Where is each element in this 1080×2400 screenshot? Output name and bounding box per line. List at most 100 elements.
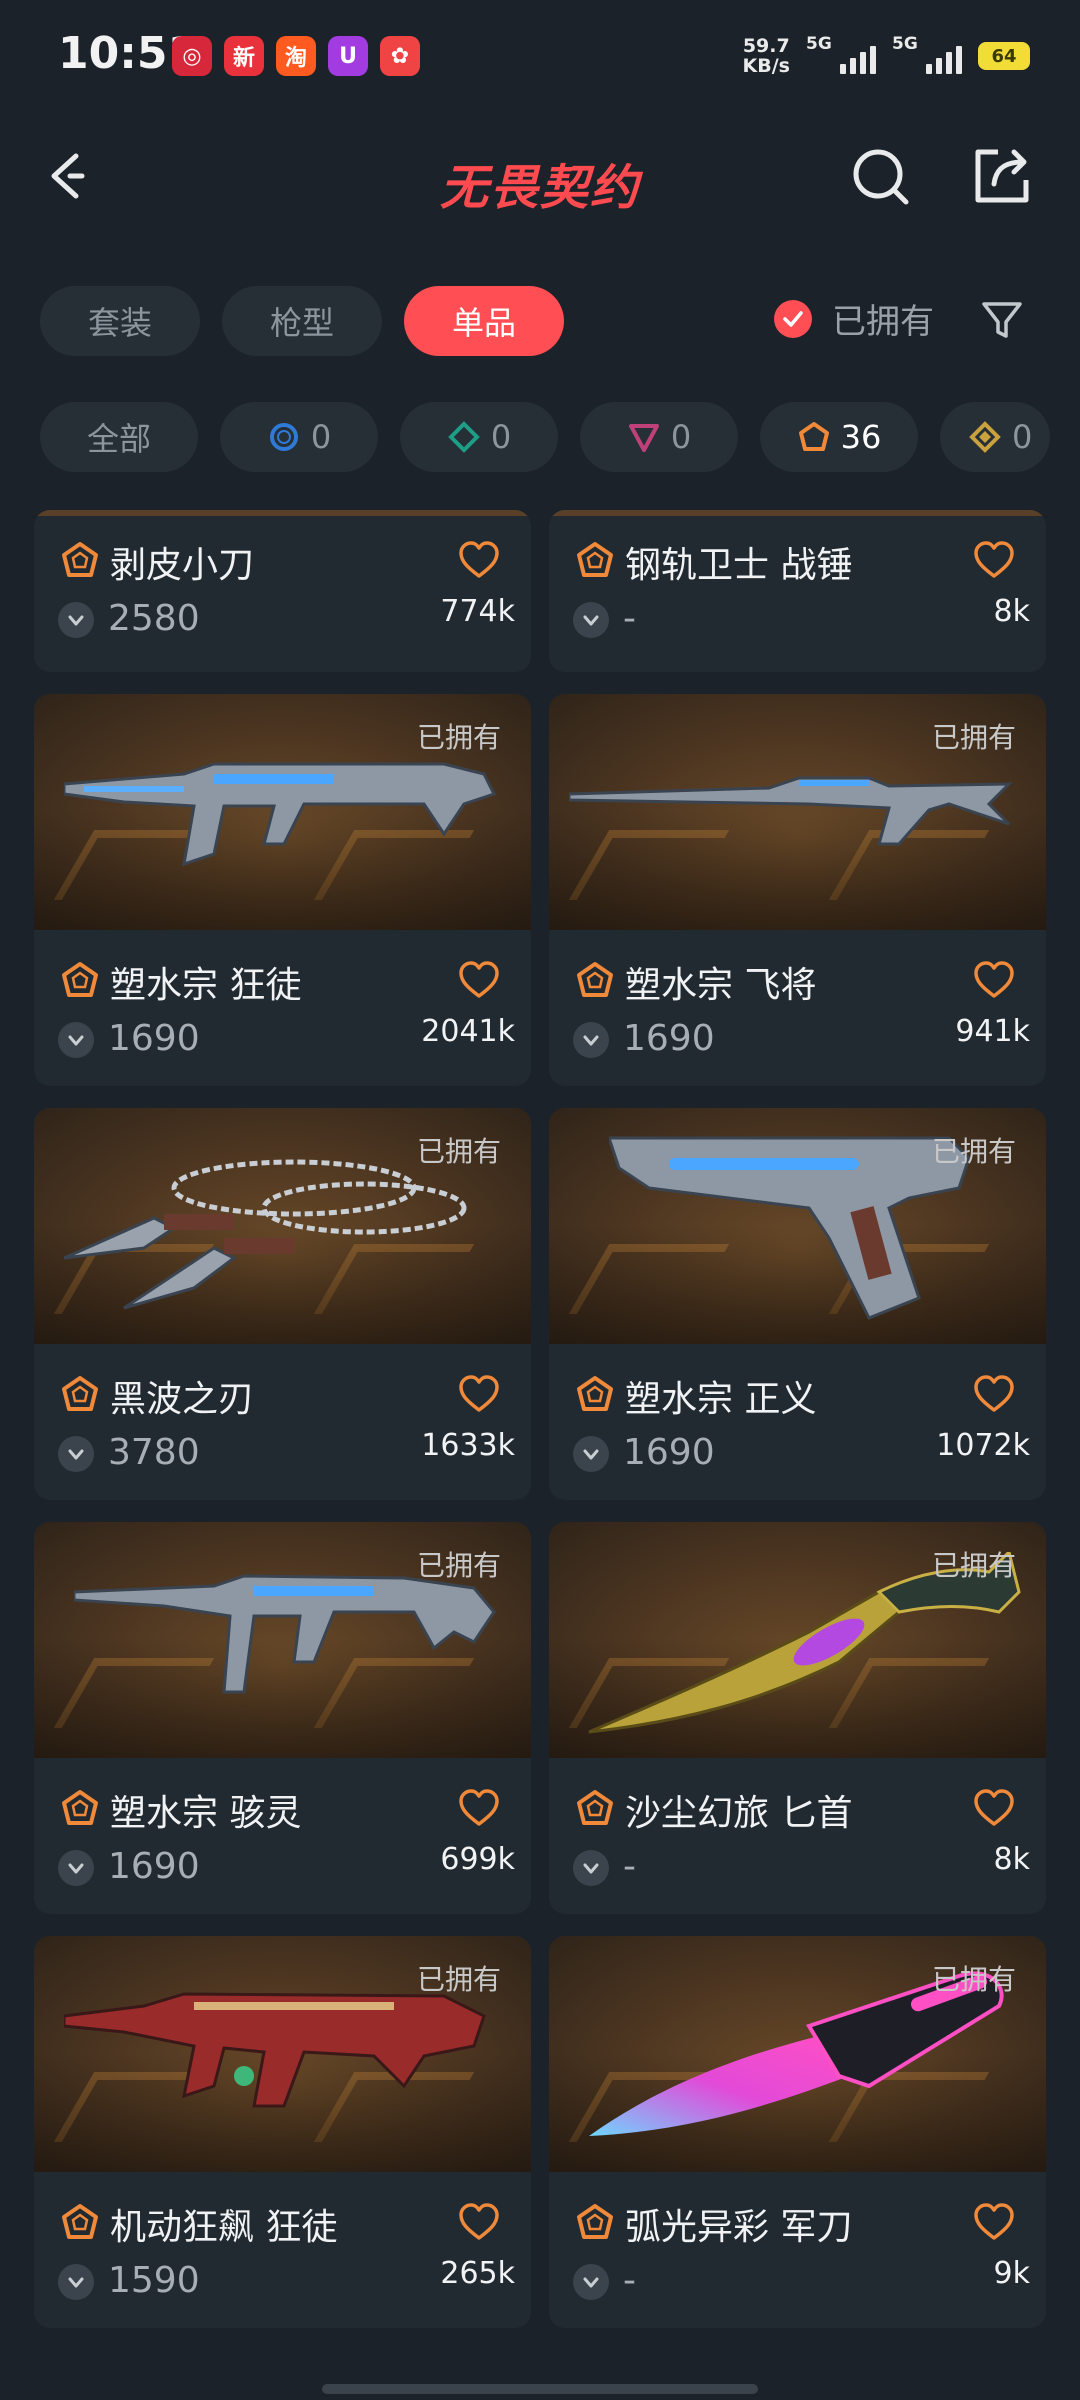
owned-badge: 已拥有 — [931, 1963, 1016, 1996]
item-card[interactable]: 已拥有 塑水宗 飞将 1690 941k — [549, 694, 1046, 1086]
heart-icon[interactable] — [457, 2202, 501, 2242]
tier-chip-ultra[interactable]: 0 — [940, 402, 1050, 472]
exclusive-tier-icon — [62, 962, 98, 997]
filter-icon[interactable] — [978, 296, 1026, 344]
premium-tier-icon — [628, 424, 659, 452]
tier-chip-count: 0 — [1012, 418, 1033, 456]
heart-icon[interactable] — [972, 540, 1016, 580]
signal-strength-icon-2: 5G — [892, 34, 962, 74]
tier-chip-count: 0 — [670, 418, 692, 456]
app-header: 无畏契约 — [0, 130, 1080, 230]
item-name: 塑水宗 正义 — [625, 1379, 817, 1420]
valorant-points-icon — [573, 602, 609, 638]
exclusive-tier-icon — [798, 422, 829, 451]
exclusive-tier-icon — [577, 1790, 613, 1825]
item-info: 剥皮小刀 2580 774k — [34, 510, 531, 666]
heart-icon[interactable] — [457, 1788, 501, 1828]
item-card[interactable]: 已拥有 机动狂飙 狂徒 1590 265k — [34, 1936, 531, 2328]
item-card[interactable]: 剥皮小刀 2580 774k — [34, 510, 531, 672]
item-info: 塑水宗 骇灵 1690 699k — [34, 1758, 531, 1914]
item-card[interactable]: 已拥有 塑水宗 正义 1690 1072k — [549, 1108, 1046, 1500]
favorite-count: 8k — [993, 1842, 1030, 1877]
item-card[interactable]: 已拥有 塑水宗 狂徒 1690 2041k — [34, 694, 531, 1086]
item-image: 已拥有 — [549, 1108, 1046, 1344]
valorant-points-icon — [58, 1850, 94, 1886]
u-app-icon: U — [328, 36, 368, 76]
tier-chip-deluxe[interactable]: 0 — [400, 402, 558, 472]
home-indicator[interactable] — [322, 2384, 758, 2394]
item-name: 弧光异彩 军刀 — [625, 2207, 853, 2248]
owned-badge: 已拥有 — [931, 1549, 1016, 1582]
owned-badge: 已拥有 — [931, 1135, 1016, 1168]
valorant-points-icon — [58, 602, 94, 638]
sniper-skin-image — [569, 776, 1013, 846]
item-price: 1690 — [623, 1432, 715, 1473]
item-name: 机动狂飙 狂徒 — [110, 2207, 338, 2248]
favorite-count: 1633k — [421, 1428, 515, 1463]
item-name: 塑水宗 骇灵 — [110, 1793, 302, 1834]
tier-chip-exclusive[interactable]: 36 — [760, 402, 918, 472]
item-info: 黑波之刃 3780 1633k — [34, 1344, 531, 1500]
item-card[interactable]: 已拥有 弧光异彩 军刀 - 9k — [549, 1936, 1046, 2328]
owned-filter-label: 已拥有 — [832, 302, 934, 342]
tier-chip-premium[interactable]: 0 — [580, 402, 738, 472]
tier-filter-chips: 全部 0 0 0 36 0 — [40, 402, 1050, 472]
favorite-count: 8k — [993, 594, 1030, 629]
valorant-points-icon — [573, 1436, 609, 1472]
exclusive-tier-icon — [62, 1376, 98, 1411]
favorite-count: 2041k — [421, 1014, 515, 1049]
item-image: 已拥有 — [34, 694, 531, 930]
item-name: 沙尘幻旅 匕首 — [625, 1793, 853, 1834]
status-app-icons: ◎ 新 淘 U ✿ — [172, 36, 420, 76]
item-info: 塑水宗 正义 1690 1072k — [549, 1344, 1046, 1500]
item-price: - — [623, 598, 636, 639]
tier-chip-all[interactable]: 全部 — [40, 402, 198, 472]
item-card[interactable]: 已拥有 沙尘幻旅 匕首 - 8k — [549, 1522, 1046, 1914]
valorant-points-icon — [58, 1436, 94, 1472]
status-bar: 10:51 ◎ 新 淘 U ✿ 59.7 KB/s 5G 5G 64 — [0, 0, 1080, 110]
item-image: 已拥有 — [549, 1522, 1046, 1758]
status-indicators: 59.7 KB/s 5G 5G 64 — [743, 34, 1030, 76]
heart-icon[interactable] — [972, 2202, 1016, 2242]
red-rifle-skin-image — [64, 1992, 486, 2108]
tier-chip-count: 0 — [310, 418, 332, 456]
item-price: 3780 — [108, 1432, 200, 1473]
tab-weapon-types[interactable]: 枪型 — [222, 286, 382, 356]
valorant-points-icon — [58, 2264, 94, 2300]
tier-chip-count: 0 — [490, 418, 512, 456]
item-card[interactable]: 钢轨卫士 战锤 - 8k — [549, 510, 1046, 672]
item-price: 2580 — [108, 598, 200, 639]
signal-strength-icon: 5G — [806, 34, 876, 74]
heart-icon[interactable] — [457, 1374, 501, 1414]
ultra-tier-icon — [969, 421, 1001, 453]
tier-chip-count: 36 — [840, 418, 882, 456]
item-card[interactable]: 已拥有 黑波之刃 3780 1633k — [34, 1108, 531, 1500]
heart-icon[interactable] — [972, 1788, 1016, 1828]
heart-icon[interactable] — [457, 960, 501, 1000]
item-image: 已拥有 — [34, 1108, 531, 1344]
tab-bundles[interactable]: 套装 — [40, 286, 200, 356]
item-image: 已拥有 — [549, 694, 1046, 930]
heart-icon[interactable] — [972, 1374, 1016, 1414]
tier-chip-select[interactable]: 0 — [220, 402, 378, 472]
heart-icon[interactable] — [972, 960, 1016, 1000]
checkmark-icon — [774, 299, 812, 338]
item-card[interactable]: 已拥有 塑水宗 骇灵 1690 699k — [34, 1522, 531, 1914]
item-info: 钢轨卫士 战锤 - 8k — [549, 510, 1046, 666]
favorite-count: 9k — [993, 2256, 1030, 2291]
kunai-skin-image — [64, 1159, 467, 1310]
heart-icon[interactable] — [457, 540, 501, 580]
exclusive-tier-icon — [62, 542, 98, 577]
owned-filter-toggle[interactable]: 已拥有 — [774, 294, 934, 343]
item-price: 1690 — [108, 1846, 200, 1887]
exclusive-tier-icon — [62, 2204, 98, 2239]
tab-single-items[interactable]: 单品 — [404, 286, 564, 356]
exclusive-tier-icon — [577, 542, 613, 577]
share-icon[interactable] — [970, 144, 1034, 208]
item-name: 塑水宗 飞将 — [625, 965, 817, 1006]
valorant-points-icon — [58, 1022, 94, 1058]
smg-skin-image — [74, 1574, 496, 1694]
item-name: 塑水宗 狂徒 — [110, 965, 302, 1006]
item-price: 1590 — [108, 2260, 200, 2301]
search-icon[interactable] — [850, 144, 914, 208]
